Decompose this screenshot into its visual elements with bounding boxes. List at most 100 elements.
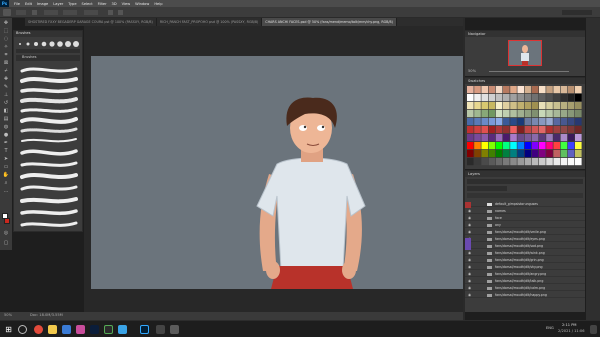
swatch[interactable] [575,94,582,102]
swatch[interactable] [524,142,532,150]
windows-start-icon[interactable]: ⊞ [4,325,13,334]
app-icon-gray[interactable] [156,325,165,334]
swatch[interactable] [510,150,517,158]
document-canvas[interactable] [91,56,463,289]
swatch[interactable] [517,126,524,134]
swatch[interactable] [546,158,553,166]
swatch[interactable] [488,142,496,150]
swatch[interactable] [467,142,474,150]
swatch[interactable] [495,118,503,126]
swatch[interactable] [488,102,496,110]
menu-3d[interactable]: 3D [112,2,117,6]
notification-icon[interactable] [590,325,597,334]
navigator-zoom-slider[interactable] [489,71,569,72]
swatch[interactable] [531,94,539,102]
swatch[interactable] [503,142,510,150]
swatch[interactable] [539,158,546,166]
swatch[interactable] [503,94,510,102]
lasso-tool-icon[interactable]: ◌ [2,36,10,42]
swatch[interactable] [524,86,532,94]
swatch[interactable] [531,126,539,134]
swatch[interactable] [474,142,481,150]
swatch[interactable] [546,150,553,158]
swatch[interactable] [567,118,575,126]
swatch[interactable] [481,86,488,94]
swatch[interactable] [467,86,474,94]
visibility-eye-icon[interactable]: ◉ [468,293,471,297]
swatch[interactable] [510,158,517,166]
eyedropper-tool-icon[interactable]: ⌿ [2,68,10,74]
swatch[interactable] [517,142,524,150]
menu-image[interactable]: Image [37,2,48,6]
layer-row[interactable]: ◉ face [465,215,585,221]
tab-document-2[interactable]: RICH_PANCH FAST_PROPOHO psd @ 100% (PASS… [157,18,263,26]
swatch[interactable] [467,134,474,142]
swatch[interactable] [481,142,488,150]
clock-date[interactable]: 2/2021 / 11:06 [558,329,585,334]
swatch[interactable] [539,126,546,134]
swatch[interactable] [575,86,582,94]
swatch[interactable] [510,134,517,142]
swatch[interactable] [517,94,524,102]
swatch[interactable] [488,150,496,158]
swatch[interactable] [467,94,474,102]
swatch[interactable] [510,142,517,150]
zoom-level[interactable]: 50% [4,313,12,318]
pen-tool-icon[interactable]: ✒ [2,140,10,146]
swatch[interactable] [567,110,575,118]
gradient-tool-icon[interactable]: ▤ [2,116,10,122]
swatch[interactable] [567,102,575,110]
swatch[interactable] [546,126,553,134]
swatch[interactable] [481,110,488,118]
pressure-icon[interactable] [118,10,123,15]
swatch[interactable] [474,150,481,158]
swatch[interactable] [531,142,539,150]
swatch[interactable] [524,118,532,126]
brush-strokes-list[interactable] [18,63,80,231]
swatch[interactable] [474,158,481,166]
layer-row[interactable]: ◉ fans/dorsal/mouth/dlt/smile.png [465,229,585,235]
swatch[interactable] [488,110,496,118]
swatch[interactable] [510,94,517,102]
swatch[interactable] [531,86,539,94]
quick-mask-icon[interactable]: ◎ [2,230,10,236]
tab-document-1[interactable]: SHGSTIRED FXXY BEGADERP GARAGE COURA pst… [25,18,157,26]
layer-row[interactable]: ◉ fans/dorsal/mouth/dlt/calm.png [465,285,585,291]
swatch[interactable] [495,142,503,150]
visibility-eye-icon[interactable]: ◉ [468,286,471,290]
visibility-eye-icon[interactable]: ◉ [468,279,471,283]
swatch[interactable] [546,134,553,142]
menu-view[interactable]: View [122,2,131,6]
swatch[interactable] [539,86,546,94]
swatch[interactable] [488,158,496,166]
healing-tool-icon[interactable]: ✚ [2,76,10,82]
layer-row[interactable]: ◉ fans/dorsal/mouth/dlt/happy.png [465,292,585,298]
swatch[interactable] [517,86,524,94]
more-tools-icon[interactable]: … [2,188,10,194]
swatch[interactable] [495,158,503,166]
swatch[interactable] [531,110,539,118]
swatch[interactable] [481,102,488,110]
swatch[interactable] [474,102,481,110]
layer-row[interactable]: ◉fans/dorsal/mouth/dlt/eyes.png [465,236,585,242]
swatch[interactable] [481,118,488,126]
search-icon[interactable] [18,325,27,334]
language-indicator[interactable]: ENG [546,326,554,331]
layer-row[interactable]: ◉ fans/dorsal/mouth/dlt/shy.png [465,264,585,270]
swatch[interactable] [560,110,568,118]
swatch[interactable] [474,86,481,94]
swatch[interactable] [467,110,474,118]
app-icon-cyan[interactable] [118,325,127,334]
swatch[interactable] [560,94,568,102]
swatch[interactable] [531,134,539,142]
menu-filter[interactable]: Filter [98,2,107,6]
swatch[interactable] [474,134,481,142]
swatch[interactable] [503,118,510,126]
swatch[interactable] [510,110,517,118]
swatch[interactable] [495,110,503,118]
swatch[interactable] [553,94,560,102]
swatch[interactable] [510,118,517,126]
background-color-swatch[interactable] [4,218,10,224]
swatch[interactable] [510,86,517,94]
swatch[interactable] [560,150,568,158]
